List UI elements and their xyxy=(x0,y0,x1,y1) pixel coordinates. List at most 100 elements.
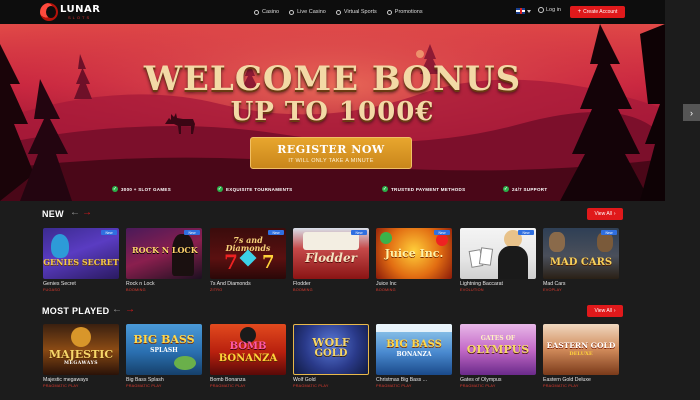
game-provider: BOOMING xyxy=(293,288,313,292)
plus-icon: + xyxy=(577,9,582,15)
check-icon: ✓ xyxy=(503,185,509,192)
game-name: Majestic megaways xyxy=(43,377,89,383)
login-button[interactable]: Log in xyxy=(538,7,561,13)
check-icon: ✓ xyxy=(112,185,118,192)
game-art-title: EASTERN GOLD xyxy=(546,341,616,350)
casino-icon xyxy=(254,9,259,15)
new-badge: New xyxy=(101,230,117,235)
game-provider: EVOPLAY xyxy=(543,288,562,292)
game-card-big-bass-splash[interactable]: BIG BASS SPLASH Big Bass Splash PRAGMATI… xyxy=(126,324,202,388)
feature-label: EXQUISITE TOURNAMENTS xyxy=(226,186,293,192)
view-all-new-button[interactable]: View All › xyxy=(587,208,623,220)
game-card-majestic-megaways[interactable]: MAJESTIC MEGAWAYS Majestic megaways PRAG… xyxy=(43,324,119,388)
game-thumbnail: MAD CARS New xyxy=(543,228,619,279)
new-badge: New xyxy=(601,230,617,235)
language-selector[interactable] xyxy=(516,8,531,14)
create-account-button[interactable]: + Create Account xyxy=(570,6,625,18)
nav-promotions[interactable]: Promotions xyxy=(386,9,423,15)
arrow-left-icon[interactable]: ← xyxy=(70,208,80,218)
feature-strip: ✓ 3000 + SLOT GAMES ✓ EXQUISITE TOURNAMENT… xyxy=(0,186,665,196)
game-provider: PRAGMATIC PLAY xyxy=(376,384,412,388)
game-thumbnail: 7s and Diamonds 7 7 New xyxy=(210,228,286,279)
nav-label: Casino xyxy=(262,9,280,15)
game-card-lightning-baccarat[interactable]: New Lightning Baccarat EVOLUTION xyxy=(460,228,536,292)
game-art-title: Juice Inc. xyxy=(384,247,444,260)
game-card-gates-of-olympus[interactable]: GATES OF OLYMPUS Gates of Olympus PRAGMA… xyxy=(460,324,536,388)
login-label: Log in xyxy=(546,7,561,13)
game-name: Genies Secret xyxy=(43,281,76,287)
game-thumbnail: BIG BASS SPLASH xyxy=(126,324,202,375)
game-art-title: BOMB xyxy=(229,341,267,352)
check-icon: ✓ xyxy=(382,185,388,192)
feature-item: ✓ 24/7 SUPPORT xyxy=(503,186,547,192)
chevron-right-icon: › xyxy=(613,308,616,314)
game-thumbnail: GENIES SECRET New xyxy=(43,228,119,279)
game-provider: PRAGMATIC PLAY xyxy=(460,384,496,388)
game-provider: ZITRO xyxy=(210,288,223,292)
virtual-sports-icon xyxy=(335,9,341,15)
game-provider: EVOLUTION xyxy=(460,288,484,292)
nav-virtual-sports[interactable]: Virtual Sports xyxy=(335,9,377,15)
feature-label: 24/7 SUPPORT xyxy=(512,186,548,192)
game-card-bomb-bonanza[interactable]: BOMB BONANZA Bomb Bonanza PRAGMATIC PLAY xyxy=(210,324,286,388)
game-card-mad-cars[interactable]: MAD CARS New Mad Cars EVOPLAY xyxy=(543,228,619,292)
top-header: LUNAR SLOTS Casino Live Casino Virtual S… xyxy=(0,0,665,24)
game-card-christmas-big-bass[interactable]: BIG BASS BONANZA Christmas Big Bass ... … xyxy=(376,324,452,388)
feature-item: ✓ 3000 + SLOT GAMES xyxy=(112,186,171,192)
game-card-eastern-gold-deluxe[interactable]: EASTERN GOLD DELUXE Eastern Gold Deluxe … xyxy=(543,324,619,388)
arrow-right-icon[interactable]: → xyxy=(82,208,92,218)
game-name: Rock n Lock xyxy=(126,281,155,287)
game-art-title: GATES OF xyxy=(480,335,516,342)
nav-label: Virtual Sports xyxy=(343,9,377,15)
game-thumbnail: GATES OF OLYMPUS xyxy=(460,324,536,375)
main-nav: Casino Live Casino Virtual Sports Promot… xyxy=(254,0,423,24)
uk-flag-icon xyxy=(516,8,525,14)
game-art-subtitle: GOLD xyxy=(314,348,348,359)
view-all-most-played-button[interactable]: View All › xyxy=(587,305,623,317)
game-card-wolf-gold[interactable]: WOLF GOLD Wolf Gold PRAGMATIC PLAY xyxy=(293,324,369,388)
game-art-subtitle: SPLASH xyxy=(150,347,178,354)
game-art-title: MAD CARS xyxy=(549,257,613,268)
game-card-flodder[interactable]: Flodder New Flodder BOOMING xyxy=(293,228,369,292)
live-casino-icon xyxy=(289,9,295,15)
game-provider: FUGASO xyxy=(43,288,61,292)
game-thumbnail: New xyxy=(460,228,536,279)
feature-label: TRUSTED PAYMENT METHODS xyxy=(391,186,466,192)
logo-word: LUNAR xyxy=(60,3,101,15)
check-icon: ✓ xyxy=(217,185,223,192)
game-card-juice-inc[interactable]: Juice Inc. New Juice Inc BOOMING xyxy=(376,228,452,292)
game-art-title: WOLF xyxy=(312,336,350,349)
game-art-subtitle: MEGAWAYS xyxy=(63,361,99,366)
game-card-rock-n-lock[interactable]: ROCK N LOCK New Rock n Lock BOOMING xyxy=(126,228,202,292)
nav-live-casino[interactable]: Live Casino xyxy=(289,9,326,15)
slider-next-arrow[interactable]: › xyxy=(683,104,700,121)
game-thumbnail: EASTERN GOLD DELUXE xyxy=(543,324,619,375)
game-art-title: Flodder xyxy=(305,251,357,265)
register-label: REGISTER NOW xyxy=(277,142,385,156)
game-art-title: BIG BASS xyxy=(133,333,195,346)
arrow-left-icon[interactable]: ← xyxy=(112,305,122,315)
game-name: Juice Inc xyxy=(376,281,397,287)
game-provider: PRAGMATIC PLAY xyxy=(543,384,579,388)
game-thumbnail: BOMB BONANZA xyxy=(210,324,286,375)
logo-sub: SLOTS xyxy=(68,14,92,20)
nav-casino[interactable]: Casino xyxy=(254,9,279,15)
game-name: Mad Cars xyxy=(543,281,566,287)
game-provider: BOOMING xyxy=(376,288,396,292)
section-title-most-played: MOST PLAYED xyxy=(42,306,110,316)
page: LUNAR SLOTS Casino Live Casino Virtual S… xyxy=(0,0,700,400)
lunar-slots-logo[interactable]: LUNAR SLOTS xyxy=(40,3,100,21)
welcome-bonus-banner[interactable]: WELCOME BONUS UP TO 1000€ REGISTER NOW I… xyxy=(0,24,665,201)
arrow-right-icon[interactable]: → xyxy=(125,305,135,315)
game-name: Wolf Gold xyxy=(293,377,316,383)
game-card-genies-secret[interactable]: GENIES SECRET New Genies Secret FUGASO xyxy=(43,228,119,292)
game-name: Eastern Gold Deluxe xyxy=(543,377,591,383)
game-art-subtitle: DELUXE xyxy=(569,351,593,357)
game-art-subtitle: BONANZA xyxy=(396,351,432,358)
section-title-new: NEW xyxy=(42,209,64,219)
feature-label: 3000 + SLOT GAMES xyxy=(121,186,171,192)
game-card-7s-and-diamonds[interactable]: 7s and Diamonds 7 7 New 7s And Diamonds … xyxy=(210,228,286,292)
chevron-right-icon: › xyxy=(690,107,693,118)
game-provider: BOOMING xyxy=(126,288,146,292)
register-now-button[interactable]: REGISTER NOW IT WILL ONLY TAKE A MINUTE xyxy=(250,137,412,169)
